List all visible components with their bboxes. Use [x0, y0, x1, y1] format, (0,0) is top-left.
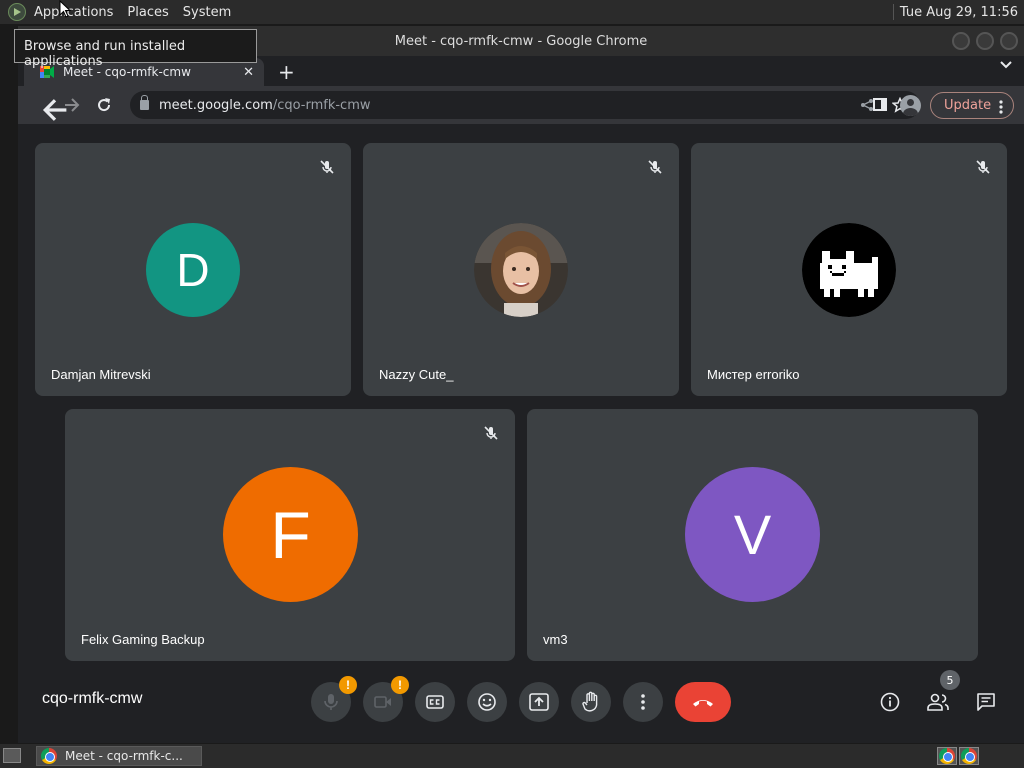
participant-name: Nazzy Cute_: [379, 367, 454, 382]
applications-tooltip: Browse and run installed applications: [14, 29, 257, 69]
reactions-button[interactable]: [467, 682, 507, 722]
lock-icon[interactable]: [140, 95, 149, 110]
taskbar-window-label: Meet - cqo-rmfk-c...: [65, 749, 183, 763]
clock[interactable]: Tue Aug 29, 11:56: [900, 5, 1018, 20]
present-screen-icon: [529, 693, 549, 711]
meeting-code: cqo-rmfk-cmw: [42, 690, 143, 707]
avatar: F: [223, 467, 358, 602]
side-panel-icon[interactable]: [873, 98, 887, 111]
microphone-button[interactable]: !: [311, 676, 357, 722]
places-menu[interactable]: Places: [127, 5, 168, 20]
participant-tile[interactable]: Nazzy Cute_: [363, 143, 679, 396]
minimize-button[interactable]: [952, 32, 970, 50]
distro-logo-icon[interactable]: [8, 3, 26, 21]
top-panel: Applications Places System Tue Aug 29, 1…: [0, 0, 1024, 24]
chat-button[interactable]: [970, 686, 1002, 718]
tab-close-icon[interactable]: ✕: [243, 65, 254, 80]
chrome-icon: [41, 748, 57, 764]
people-icon: [927, 693, 949, 711]
camera-button[interactable]: !: [363, 676, 409, 722]
update-label: Update: [944, 98, 992, 113]
camera-warning-badge: !: [391, 676, 409, 694]
participant-tile[interactable]: Мистер erroriko: [691, 143, 1007, 396]
mic-warning-badge: !: [339, 676, 357, 694]
browser-toolbar: meet.google.com/cqo-rmfk-cmw Update: [18, 86, 1024, 124]
url-host: meet.google.com: [159, 97, 273, 113]
window-title: Meet - cqo-rmfk-cmw - Google Chrome: [394, 33, 648, 49]
participant-name: Мистер erroriko: [707, 367, 800, 382]
present-button[interactable]: [519, 682, 559, 722]
chrome-menu-icon[interactable]: [999, 100, 1003, 114]
tab-search-chevron-icon[interactable]: [1000, 61, 1012, 69]
workspace-switcher-2[interactable]: [959, 747, 979, 765]
reload-icon[interactable]: [96, 97, 112, 113]
hang-up-icon: [693, 700, 713, 707]
avatar: V: [685, 467, 820, 602]
raise-hand-icon: [582, 691, 598, 712]
forward-arrow-icon[interactable]: [64, 97, 80, 113]
meet-control-bar: cqo-rmfk-cmw ! !: [18, 666, 1024, 741]
microphone-icon: [324, 694, 338, 710]
workspace-switcher-1[interactable]: [937, 747, 957, 765]
muted-mic-icon: [648, 160, 662, 174]
chrome-icon: [939, 748, 955, 764]
address-bar[interactable]: meet.google.com/cqo-rmfk-cmw: [130, 91, 920, 119]
avatar-initial: F: [270, 497, 311, 572]
avatar-initial: D: [176, 244, 210, 296]
info-icon: [880, 692, 900, 712]
participant-name: vm3: [543, 632, 568, 647]
url-path: /cqo-rmfk-cmw: [272, 97, 371, 113]
meeting-details-button[interactable]: [874, 686, 906, 718]
leave-call-button[interactable]: [675, 682, 731, 722]
participant-name: Damjan Mitrevski: [51, 367, 151, 382]
emoji-icon: [478, 693, 496, 711]
applications-menu[interactable]: Applications: [34, 5, 113, 20]
avatar: D: [146, 223, 240, 317]
update-button[interactable]: Update: [930, 92, 1014, 119]
mouse-cursor-icon: [59, 0, 71, 18]
share-icon[interactable]: [860, 98, 874, 112]
participant-tile[interactable]: F Felix Gaming Backup: [65, 409, 515, 661]
show-desktop-icon[interactable]: [3, 748, 21, 763]
participant-tile[interactable]: V vm3: [527, 409, 978, 661]
avatar-photo: [474, 223, 568, 317]
camera-icon: [374, 696, 391, 708]
participant-tile[interactable]: D Damjan Mitrevski: [35, 143, 351, 396]
maximize-button[interactable]: [976, 32, 994, 50]
bottom-panel: Meet - cqo-rmfk-c...: [0, 744, 1024, 768]
new-tab-button[interactable]: +: [278, 60, 295, 84]
avatar-pixel-dog: [802, 223, 896, 317]
people-button[interactable]: [922, 686, 954, 718]
avatar-initial: V: [733, 503, 772, 566]
more-options-button[interactable]: [623, 682, 663, 722]
captions-button[interactable]: [415, 682, 455, 722]
raise-hand-button[interactable]: [571, 682, 611, 722]
muted-mic-icon: [484, 426, 498, 440]
more-vert-icon: [641, 694, 645, 710]
chrome-window: Meet - cqo-rmfk-cmw - Google Chrome Meet…: [18, 26, 1024, 743]
chat-icon: [977, 693, 995, 711]
close-window-button[interactable]: [1000, 32, 1018, 50]
closed-captions-icon: [426, 695, 444, 709]
muted-mic-icon: [976, 160, 990, 174]
meet-stage: D Damjan Mitrevski Nazzy Cute_ Мистер er…: [18, 124, 1024, 743]
taskbar-window-chrome[interactable]: Meet - cqo-rmfk-c...: [36, 746, 202, 766]
system-menu[interactable]: System: [183, 5, 231, 20]
chrome-icon: [961, 748, 977, 764]
profile-avatar-icon[interactable]: [900, 95, 921, 116]
participant-name: Felix Gaming Backup: [81, 632, 205, 647]
muted-mic-icon: [320, 160, 334, 174]
panel-separator: [892, 4, 894, 20]
